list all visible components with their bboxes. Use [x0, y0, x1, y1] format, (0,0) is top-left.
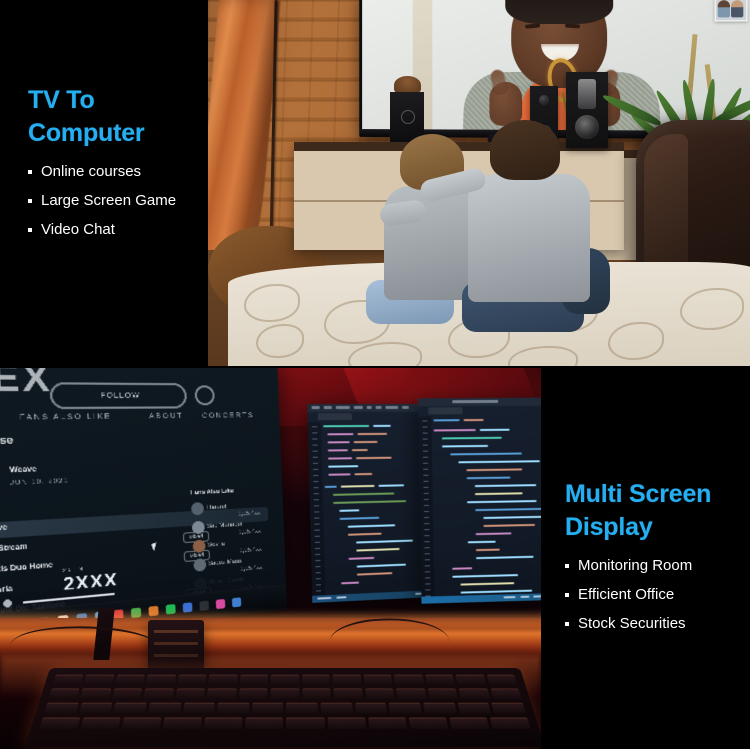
feature-item: Video Chat: [28, 222, 204, 237]
taskbar-icon-whatsapp[interactable]: [166, 604, 176, 614]
bullet-icon: [28, 170, 32, 174]
photo-living-room-tv-video-call: [208, 0, 750, 368]
nav-item-about[interactable]: ABOUT: [149, 413, 184, 421]
code-content[interactable]: [433, 417, 541, 596]
follow-button[interactable]: FOLLOW: [49, 382, 187, 409]
window-title: [452, 400, 498, 403]
copy-block-tv-to-computer: TV To Computer Online courses Large Scre…: [28, 84, 204, 237]
headline-line-2: Computer: [28, 117, 204, 150]
track-name: Weave: [0, 524, 7, 534]
bullet-icon: [28, 199, 32, 203]
product-feature-banner: TV To Computer Online courses Large Scre…: [0, 0, 750, 749]
track-plays: 1,05,4xx: [238, 510, 261, 517]
monitor-center-code-editor: [307, 404, 432, 603]
menu-help[interactable]: [402, 406, 409, 409]
feature-label: Large Screen Game: [41, 192, 176, 209]
taskbar-icon-word[interactable]: [232, 597, 241, 607]
menu-run[interactable]: [376, 406, 382, 409]
bullet-icon: [28, 228, 32, 232]
taskbar-icon-figma[interactable]: [216, 599, 225, 609]
latest-release-heading: Latest Release: [0, 434, 14, 449]
feature-label: Efficient Office: [578, 586, 674, 603]
headline-line-1: Multi Screen: [565, 478, 750, 511]
feature-label: Online courses: [41, 163, 141, 180]
speaker-tweeter: [539, 95, 549, 105]
panel-divider-vertical: [541, 368, 544, 749]
rug-pattern: [508, 346, 578, 368]
keyboard-row: [53, 675, 517, 685]
menu-go[interactable]: [367, 406, 372, 409]
feature-item: Large Screen Game: [28, 193, 204, 208]
track-name: Hyatis Duo Home: [0, 562, 53, 576]
follow-button-label: FOLLOW: [100, 392, 140, 400]
bullet-icon: [565, 564, 569, 568]
line-number-gutter: [418, 416, 434, 603]
feature-label: Stock Securities: [578, 615, 686, 632]
nav-item-fans-also-like[interactable]: FANS ALSO LIKE: [19, 413, 111, 422]
caller-hair: [505, 0, 613, 24]
monitor-right-code-editor: [418, 398, 541, 604]
code-content[interactable]: [323, 423, 429, 594]
feature-label: Video Chat: [41, 221, 115, 238]
play-pause-icon[interactable]: [3, 599, 12, 608]
panel-tv-to-computer: TV To Computer Online courses Large Scre…: [0, 0, 750, 368]
bullet-icon: [565, 593, 569, 597]
menu-bar[interactable]: [307, 404, 428, 412]
feature-list-multi-screen-display: Monitoring Room Efficient Office Stock S…: [565, 558, 750, 631]
keyboard-row: [39, 718, 530, 729]
track-name: Out Stream: [0, 543, 28, 554]
feature-item: Stock Securities: [565, 616, 750, 631]
headline-multi-screen-display: Multi Screen Display: [565, 478, 750, 544]
rug-pattern: [244, 284, 300, 322]
editor-tab[interactable]: [428, 407, 462, 414]
copy-block-multi-screen-display: Multi Screen Display Monitoring Room Eff…: [565, 478, 750, 631]
menu-view[interactable]: [354, 406, 363, 409]
more-options-icon[interactable]: [195, 385, 215, 405]
feature-list-tv-to-computer: Online courses Large Screen Game Video C…: [28, 164, 204, 237]
rug-pattern: [348, 342, 422, 368]
feature-item: Online courses: [28, 164, 204, 179]
release-date: JUN 10, 2021: [10, 478, 69, 487]
release-title: Weave: [9, 466, 36, 475]
headline-line-1: TV To: [28, 84, 204, 117]
leather-couch: [636, 120, 750, 280]
rug-pattern: [256, 324, 304, 358]
monitor-left-music-app: LEX FOLLOW OVERVIEW FANS ALSO LIKE ABOUT…: [0, 368, 287, 647]
bullet-icon: [565, 622, 569, 626]
photo-multi-monitor-desk-setup: LEX FOLLOW OVERVIEW FANS ALSO LIKE ABOUT…: [0, 368, 541, 749]
rug-pattern: [608, 322, 664, 360]
track-plays: 1,05,4xx: [238, 528, 261, 536]
menu-selection[interactable]: [336, 406, 350, 409]
track-plays: 1,05,4xx: [239, 547, 262, 555]
mechanical-keyboard[interactable]: [25, 668, 541, 747]
fan-name[interactable]: Sosha: [207, 541, 225, 548]
child-hair: [490, 120, 560, 180]
fans-also-like-panel: Fans Also Like Thaarel Sad Manager Sosha…: [191, 497, 265, 501]
keyboard-row: [44, 703, 526, 714]
rug-pattern: [680, 288, 744, 330]
feature-item: Efficient Office: [565, 587, 750, 602]
menu-terminal[interactable]: [385, 406, 398, 409]
keyboard-row: [48, 688, 521, 699]
menu-edit[interactable]: [324, 406, 332, 409]
artist-name: LEX: [0, 368, 53, 401]
taskbar-icon-terminal[interactable]: [199, 601, 209, 611]
title-bar[interactable]: [418, 398, 541, 407]
fans-heading: Fans Also Like: [191, 488, 234, 496]
artist-nav: OVERVIEW FANS ALSO LIKE ABOUT CONCERTS: [0, 412, 273, 414]
feature-label: Monitoring Room: [578, 557, 692, 574]
nav-item-concerts[interactable]: CONCERTS: [202, 412, 254, 420]
menu-file[interactable]: [312, 406, 320, 409]
child-tshirt: [468, 174, 590, 302]
taskbar-icon-vscode[interactable]: [183, 602, 193, 612]
child-right: [466, 120, 606, 332]
editor-tab[interactable]: [318, 413, 352, 420]
headline-tv-to-computer: TV To Computer: [28, 84, 204, 150]
fan-name[interactable]: Thaarel: [206, 504, 227, 511]
feature-item: Monitoring Room: [565, 558, 750, 573]
headline-line-2: Display: [565, 511, 750, 544]
speaker-tweeter: [578, 79, 596, 109]
